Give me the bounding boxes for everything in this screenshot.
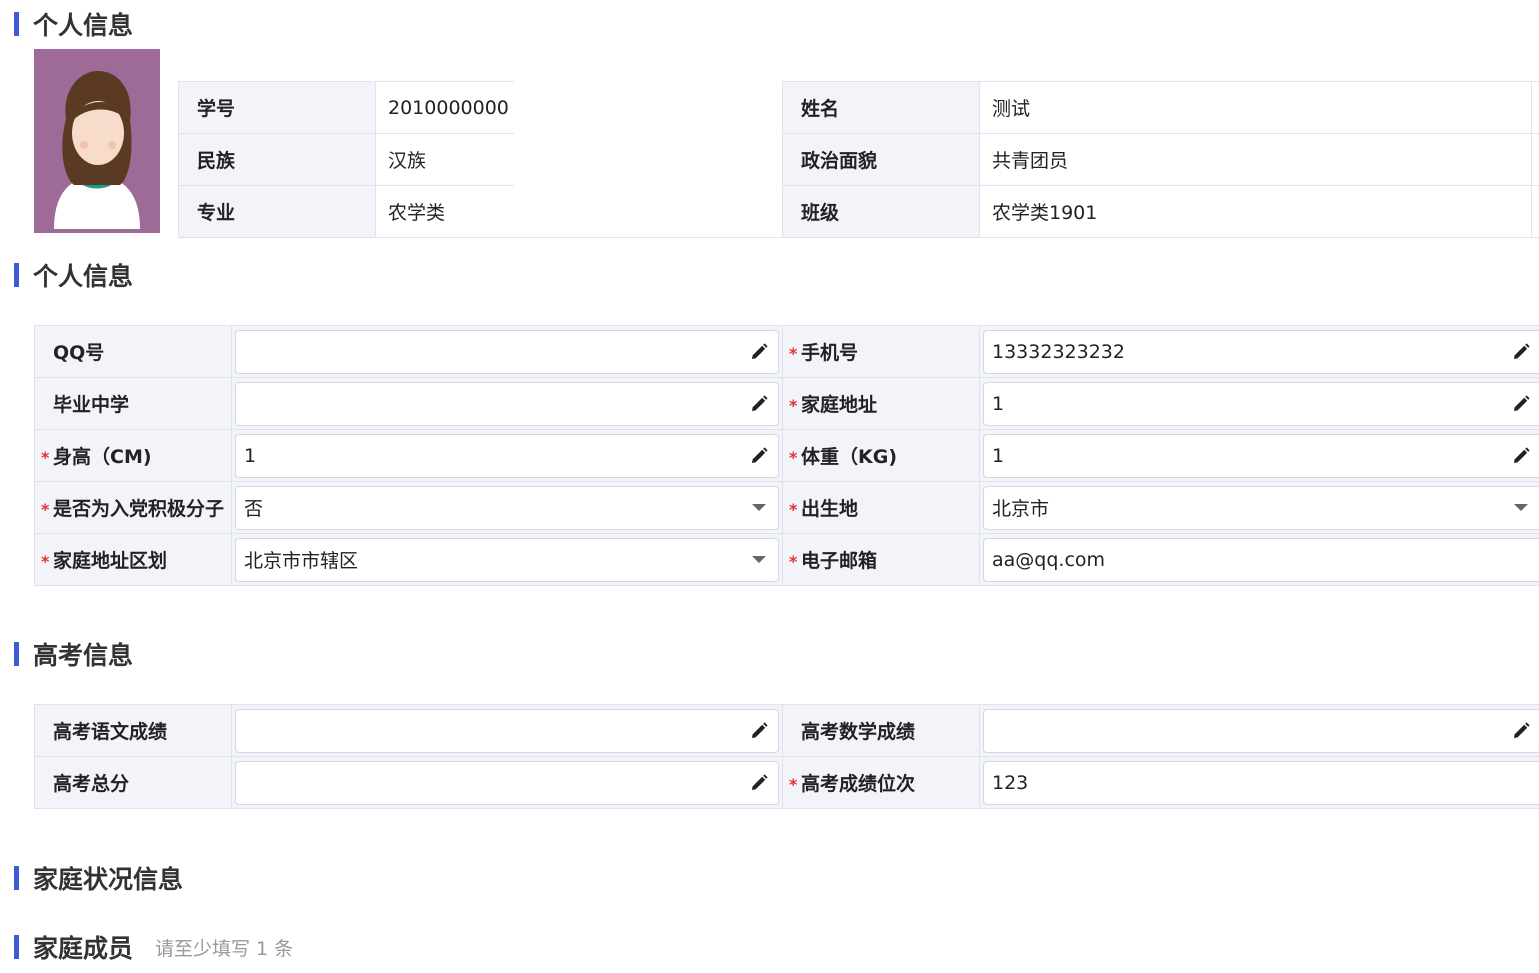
personal-form: QQ号 * 手机号 13332323232 毕业中学 * 家庭地址 1 * 身高（CM… (34, 325, 1539, 586)
section-title-personal-info-2: 个人信息 (14, 260, 134, 291)
form-row: QQ号 * 手机号 13332323232 (34, 325, 1539, 378)
address-label: * 家庭地址 (782, 377, 980, 430)
party-select[interactable]: 否 (235, 485, 779, 530)
section-title-family: 家庭状况信息 (14, 863, 184, 894)
pencil-icon[interactable] (748, 720, 770, 742)
form-row: * 身高（CM) 1 * 体重（KG) 1 (34, 429, 1539, 482)
rank-label: * 高考成绩位次 (782, 756, 980, 809)
table-row: 学号 2010000000 姓名 测试 (178, 81, 1539, 134)
name-value: 测试 (979, 81, 1532, 134)
pencil-icon[interactable] (1510, 720, 1532, 742)
gaokao-form: 高考语文成绩 高考数学成绩 高考总分 * 高考成绩位次 123 (34, 704, 1539, 809)
region-select[interactable]: 北京市市辖区 (235, 537, 779, 582)
qq-input[interactable] (235, 329, 779, 374)
caret-down-icon[interactable] (1510, 497, 1532, 519)
phone-label: * 手机号 (782, 325, 980, 378)
pencil-icon[interactable] (748, 772, 770, 794)
class-label: 班级 (782, 185, 980, 238)
table-row: 专业 农学类 班级 农学类1901 (178, 185, 1539, 238)
weight-label: * 体重（KG) (782, 429, 980, 482)
section-bar (14, 263, 19, 287)
height-input[interactable]: 1 (235, 433, 779, 478)
total-score-input[interactable] (235, 760, 779, 805)
section-title-text: 个人信息 (33, 11, 134, 40)
height-label: * 身高（CM) (34, 429, 232, 482)
section-title-family-members: 家庭成员 请至少填写 1 条 (14, 932, 294, 963)
total-label: 高考总分 (34, 756, 232, 809)
rank-input[interactable]: 123 (983, 760, 1539, 805)
form-row: * 是否为入党积极分子 否 * 出生地 北京市 (34, 481, 1539, 534)
section-title-text: 家庭成员 (33, 934, 134, 963)
ethnicity-label: 民族 (178, 133, 376, 186)
caret-down-icon[interactable] (748, 549, 770, 571)
section-title-personal-info: 个人信息 (14, 9, 134, 40)
major-value: 农学类 (375, 185, 514, 238)
weight-input[interactable]: 1 (983, 433, 1539, 478)
ethnicity-value: 汉族 (375, 133, 514, 186)
avatar (34, 49, 160, 233)
members-hint: 请至少填写 1 条 (155, 937, 294, 960)
political-value: 共青团员 (979, 133, 1532, 186)
email-input[interactable]: aa@qq.com (983, 537, 1539, 582)
form-row: * 家庭地址区划 北京市市辖区 * 电子邮箱 aa@qq.com (34, 533, 1539, 586)
section-title-text: 个人信息 (33, 262, 134, 291)
address-input[interactable]: 1 (983, 381, 1539, 426)
region-label: * 家庭地址区划 (34, 533, 232, 586)
party-label: * 是否为入党积极分子 (34, 481, 232, 534)
form-row: 高考语文成绩 高考数学成绩 (34, 704, 1539, 757)
school-label: 毕业中学 (34, 377, 232, 430)
email-label: * 电子邮箱 (782, 533, 980, 586)
form-row: 高考总分 * 高考成绩位次 123 (34, 756, 1539, 809)
math-score-input[interactable] (983, 708, 1539, 753)
chinese-score-input[interactable] (235, 708, 779, 753)
birthplace-label: * 出生地 (782, 481, 980, 534)
class-value: 农学类1901 (979, 185, 1532, 238)
major-label: 专业 (178, 185, 376, 238)
section-title-text: 高考信息 (33, 641, 134, 670)
table-row: 民族 汉族 政治面貌 共青团员 (178, 133, 1539, 186)
avatar-illustration (54, 71, 140, 229)
political-label: 政治面貌 (782, 133, 980, 186)
birthplace-select[interactable]: 北京市 (983, 485, 1539, 530)
caret-down-icon[interactable] (748, 497, 770, 519)
section-bar (14, 866, 19, 890)
name-label: 姓名 (782, 81, 980, 134)
chinese-label: 高考语文成绩 (34, 704, 232, 757)
profile-table: 学号 2010000000 姓名 测试 民族 汉族 政治面貌 共青团员 专业 农… (178, 81, 1539, 238)
school-input[interactable] (235, 381, 779, 426)
student-id-label: 学号 (178, 81, 376, 134)
pencil-icon[interactable] (748, 393, 770, 415)
section-bar (14, 935, 19, 959)
section-bar (14, 642, 19, 666)
phone-input[interactable]: 13332323232 (983, 329, 1539, 374)
pencil-icon[interactable] (748, 445, 770, 467)
section-bar (14, 12, 19, 36)
section-title-gaokao: 高考信息 (14, 639, 134, 670)
pencil-icon[interactable] (748, 341, 770, 363)
section-title-text: 家庭状况信息 (33, 865, 184, 894)
student-id-value: 2010000000 (375, 81, 514, 134)
form-row: 毕业中学 * 家庭地址 1 (34, 377, 1539, 430)
pencil-icon[interactable] (1510, 393, 1532, 415)
math-label: 高考数学成绩 (782, 704, 980, 757)
qq-label: QQ号 (34, 325, 232, 378)
pencil-icon[interactable] (1510, 445, 1532, 467)
pencil-icon[interactable] (1510, 341, 1532, 363)
